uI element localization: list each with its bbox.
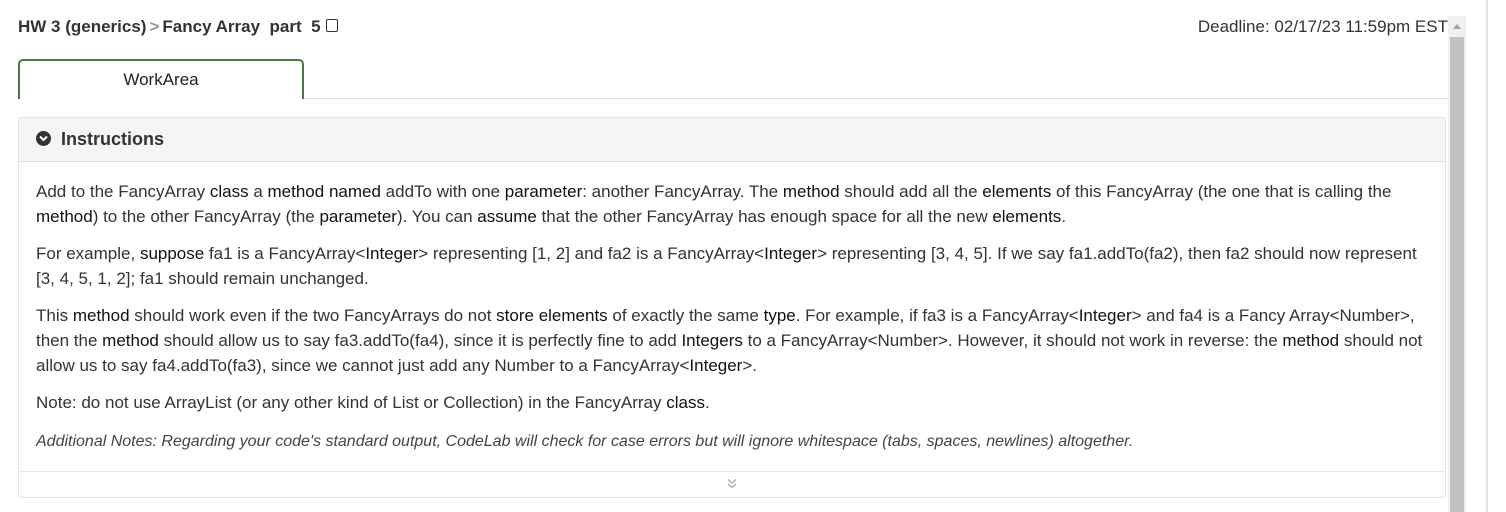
double-chevron-down-icon[interactable] [726,477,738,495]
glossary-term[interactable]: Integers [681,331,742,350]
breadcrumb-parent[interactable]: HW 3 (generics) [18,17,146,36]
text-segment: of this FancyArray (the one that is call… [1051,182,1392,201]
chevron-circle-down-icon[interactable] [36,131,51,146]
glossary-term[interactable]: suppose [140,244,204,263]
instructions-panel: Instructions Add to the FancyArray class… [18,117,1446,498]
instruction-paragraph: This method should work even if the two … [36,303,1428,378]
text-segment: a [248,182,268,201]
divider [1486,0,1488,512]
text-segment: to a FancyArray<Number>. However, it sho… [742,331,1283,350]
text-segment: Note: do not use ArrayList (or any other… [36,393,667,412]
glossary-term[interactable]: type [764,306,796,325]
text-segment: >. [742,356,758,375]
glossary-term[interactable]: Integer [689,356,742,375]
glossary-term[interactable]: Integer [764,244,817,263]
text-segment: of exactly the same [607,306,764,325]
breadcrumb-current: Fancy Array part 5 [162,17,321,36]
glossary-term[interactable]: parameter [505,182,582,201]
text-segment: . For example, if fa3 is a FancyArray< [795,306,1079,325]
text-segment: should add all the [839,182,983,201]
glossary-term[interactable]: store [496,306,534,325]
glossary-term[interactable]: Integer [1079,306,1132,325]
glossary-term[interactable]: Integer [365,244,418,263]
scrollbar-thumb[interactable] [1450,37,1464,512]
text-segment: should allow us to say fa3.addTo(fa4), s… [158,331,682,350]
instructions-title: Instructions [61,129,165,149]
glossary-term[interactable]: method [268,182,325,201]
breadcrumb: HW 3 (generics) > Fancy Array part 5 [18,17,338,37]
glossary-term[interactable]: elements [539,306,608,325]
instruction-paragraph: For example, suppose fa1 is a FancyArray… [36,241,1428,291]
instructions-header[interactable]: Instructions [19,118,1445,162]
glossary-term[interactable]: method [1282,331,1339,350]
scroll-up-arrow-icon[interactable] [1453,24,1461,29]
text-segment: addTo with one [380,182,505,201]
expand-bar[interactable] [19,471,1445,497]
deadline-text: Deadline: 02/17/23 11:59pm EST [1197,17,1448,36]
text-segment: fa1 is a FancyArray< [204,244,366,263]
glossary-term[interactable]: elements [982,182,1051,201]
text-segment: ). You can [396,207,478,226]
glossary-term[interactable]: elements [992,207,1061,226]
text-segment: Add to the FancyArray [36,182,210,201]
text-segment: that the other FancyArray has enough spa… [536,207,993,226]
checkbox-icon[interactable] [325,19,338,32]
page-header: HW 3 (generics) > Fancy Array part 5 Deadl… [18,17,1448,39]
text-segment: ) to the other FancyArray (the [92,207,320,226]
tab-workarea[interactable]: WorkArea [18,59,304,99]
vertical-scrollbar[interactable] [1448,16,1466,512]
text-segment: . [704,393,710,412]
glossary-term[interactable]: class [666,393,705,412]
glossary-term[interactable]: method [783,182,840,201]
breadcrumb-separator: > [149,17,160,36]
instruction-paragraph: Add to the FancyArray class a method nam… [36,179,1428,229]
instruction-paragraph: Note: do not use ArrayList (or any other… [36,390,1428,415]
glossary-term[interactable]: parameter [319,207,396,226]
tab-bar: WorkArea [18,59,1448,99]
instructions-body: Add to the FancyArray class a method nam… [19,162,1445,454]
text-segment: : another FancyArray. The [582,182,783,201]
additional-notes: Additional Notes: Regarding your code's … [36,433,1134,450]
glossary-term[interactable]: method [102,331,159,350]
glossary-term[interactable]: method [73,306,130,325]
glossary-term[interactable]: named [329,182,381,201]
text-segment: . [1061,207,1067,226]
text-segment: should work even if the two FancyArrays … [129,306,497,325]
text-segment: This [36,306,73,325]
glossary-term[interactable]: method [36,207,93,226]
glossary-term[interactable]: assume [477,207,537,226]
text-segment: For example, [36,244,140,263]
text-segment: > representing [1, 2] and fa2 is a Fancy… [418,244,765,263]
glossary-term[interactable]: class [210,182,249,201]
